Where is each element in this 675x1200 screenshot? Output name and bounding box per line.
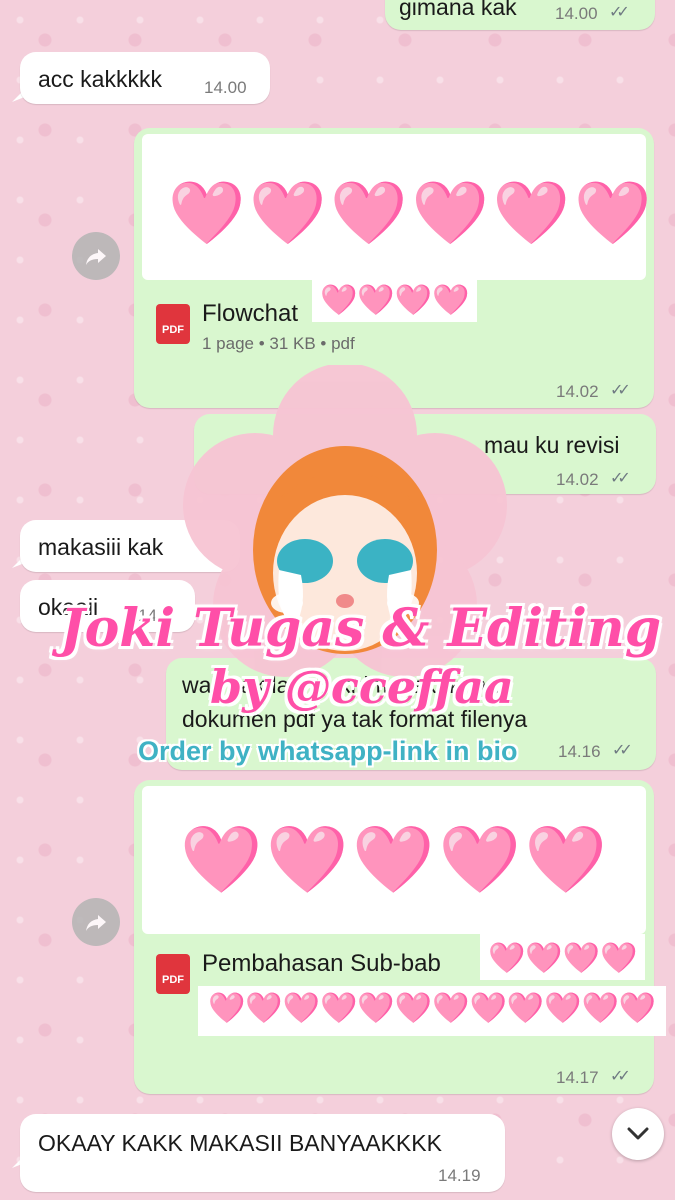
- promo-handle: by @cceffaa: [210, 660, 514, 714]
- forward-arrow-icon: [86, 249, 106, 265]
- forward-button[interactable]: [72, 898, 120, 946]
- chevron-down-icon: [627, 1127, 649, 1140]
- preview-hearts: 🩷🩷🩷🩷🩷🩷: [168, 179, 656, 248]
- message-incoming[interactable]: OKAAY KAKK MAKASII BANYAAKKKK 14.19: [20, 1114, 505, 1192]
- message-text: makasiii kak: [38, 534, 164, 560]
- file-meta: 1 page • 31 KB • pdf: [202, 334, 355, 353]
- file-name-hearts: 🩷🩷🩷🩷: [480, 934, 646, 980]
- message-text: OKAAY KAKK MAKASII BANYAAKKKK: [38, 1130, 442, 1156]
- message-outgoing[interactable]: gimana kak 14.00 ✓✓: [385, 0, 655, 30]
- file-name: Pembahasan Sub-bab: [202, 950, 441, 977]
- file-name-hearts: 🩷🩷🩷🩷: [312, 280, 478, 322]
- message-time: 14.02: [556, 382, 599, 401]
- message-time: 14.19: [438, 1166, 481, 1185]
- message-time: 14.16: [558, 742, 601, 761]
- scroll-to-bottom-button[interactable]: [612, 1108, 664, 1160]
- double-check-icon: ✓✓: [610, 382, 631, 399]
- double-check-icon: ✓✓: [609, 4, 630, 21]
- message-incoming[interactable]: acc kakkkkk 14.00: [20, 52, 270, 104]
- file-name-hearts-line-2: 🩷🩷🩷🩷🩷🩷🩷🩷🩷🩷🩷🩷: [198, 986, 667, 1036]
- double-check-icon: ✓✓: [612, 742, 633, 759]
- message-time: 14.00: [555, 4, 598, 23]
- message-time: 14.02: [556, 470, 599, 489]
- promo-order-text: Order by whatsapp-link in bio: [138, 736, 518, 766]
- double-check-icon: ✓✓: [610, 470, 631, 487]
- message-time: 14.17: [556, 1068, 599, 1087]
- preview-hearts: 🩷🩷🩷🩷🩷: [180, 822, 611, 896]
- message-text: acc kakkkkk: [38, 66, 162, 92]
- document-message-pembahasan[interactable]: 🩷🩷🩷🩷🩷 PDF Pembahasan Sub-bab 🩷🩷🩷🩷 🩷🩷🩷🩷🩷🩷…: [134, 780, 667, 1094]
- forward-button[interactable]: [72, 232, 120, 280]
- pdf-file-icon: PDF: [156, 954, 190, 994]
- message-time: 14.00: [204, 78, 247, 97]
- promo-title: Joki Tugas & Editing: [60, 598, 662, 659]
- file-name: Flowchat: [202, 300, 299, 327]
- message-text: gimana kak: [399, 0, 517, 20]
- pdf-file-icon: PDF: [156, 304, 190, 344]
- forward-arrow-icon: [86, 915, 106, 931]
- double-check-icon: ✓✓: [610, 1068, 631, 1085]
